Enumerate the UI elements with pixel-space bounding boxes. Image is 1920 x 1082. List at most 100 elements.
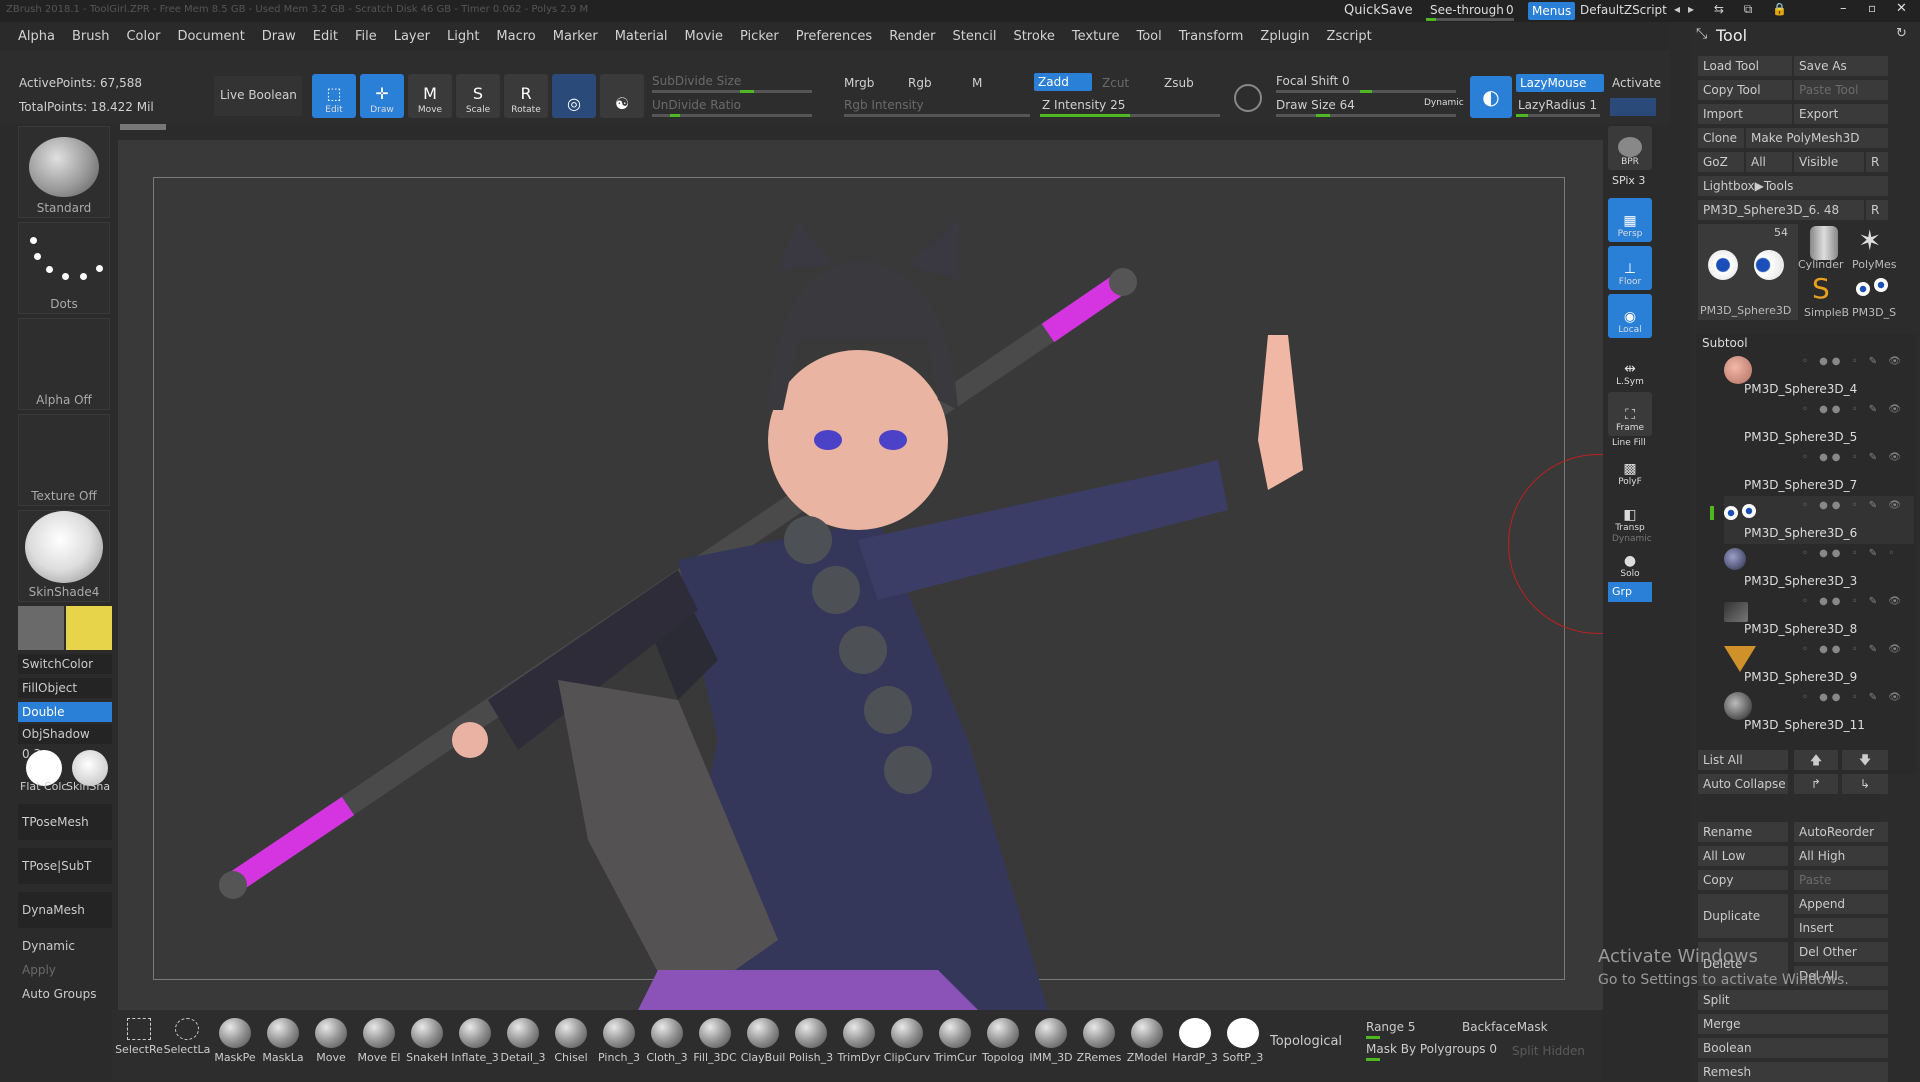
brush-move[interactable]: Move — [308, 1018, 354, 1068]
insert-button[interactable]: Insert — [1794, 918, 1888, 938]
subtool-row[interactable]: ◦ ●● ◦ ✎ 👁 PM3D_Sphere3D_11 — [1724, 688, 1914, 736]
brush-selectlasso[interactable]: SelectLa — [164, 1018, 210, 1068]
brush-cloth[interactable]: Cloth_3 — [644, 1018, 690, 1068]
menu-file[interactable]: File — [355, 29, 377, 44]
scale-button[interactable]: S Scale — [456, 74, 500, 118]
menu-texture[interactable]: Texture — [1072, 29, 1120, 44]
brush-move-elastic[interactable]: Move El — [356, 1018, 402, 1068]
brush-topology[interactable]: Topolog — [980, 1018, 1026, 1068]
draw-size-slider[interactable] — [1276, 114, 1456, 117]
focal-icon[interactable] — [1234, 84, 1262, 112]
primary-color-swatch[interactable] — [66, 606, 112, 650]
lightbox-tools-button[interactable]: Lightbox▶Tools — [1698, 176, 1888, 196]
maximize-icon[interactable]: ▫ — [1868, 1, 1876, 15]
brush-detail[interactable]: Detail_3 — [500, 1018, 546, 1068]
menu-picker[interactable]: Picker — [740, 29, 779, 44]
menu-tool[interactable]: Tool — [1136, 29, 1161, 44]
menus-toggle[interactable]: Menus — [1528, 2, 1576, 20]
mask-by-polygroups-slider[interactable]: Mask By Polygroups 0 — [1366, 1042, 1497, 1056]
close-icon[interactable]: ✕ — [1896, 1, 1907, 16]
duplicate-button[interactable]: Duplicate — [1698, 894, 1788, 938]
move-down-icon[interactable]: 🡇 — [1842, 750, 1888, 770]
menu-stencil[interactable]: Stencil — [952, 29, 996, 44]
brush-snakehook[interactable]: SnakeH — [404, 1018, 450, 1068]
menu-alpha[interactable]: Alpha — [18, 29, 55, 44]
zcut-toggle[interactable]: Zcut — [1102, 76, 1129, 90]
sculptris-button[interactable]: ☯ — [600, 74, 644, 118]
arrow-up-right-icon[interactable]: ↱ — [1794, 774, 1838, 794]
range-slider[interactable]: Range 5 — [1366, 1020, 1415, 1034]
seethrough-value[interactable]: 0 — [1506, 3, 1514, 17]
tposemesh-button[interactable]: TPoseMesh — [18, 804, 112, 840]
brush-softpolish[interactable]: SoftP_3 — [1220, 1018, 1266, 1068]
brush-claybuildup[interactable]: ClayBuil — [740, 1018, 786, 1068]
menu-layer[interactable]: Layer — [394, 29, 430, 44]
menu-preferences[interactable]: Preferences — [796, 29, 872, 44]
seethrough-label[interactable]: See-through — [1430, 3, 1504, 17]
transp-button[interactable]: ◧ Transp — [1608, 492, 1652, 536]
brush-trimdynamic[interactable]: TrimDyr — [836, 1018, 882, 1068]
tool-panel-pin-icon[interactable]: ⤡ — [1696, 26, 1707, 42]
menu-zplugin[interactable]: Zplugin — [1260, 29, 1309, 44]
focal-shift[interactable]: Focal Shift 0 — [1276, 74, 1350, 88]
copy-tool-button[interactable]: Copy Tool — [1698, 80, 1792, 100]
subtool-toggle-icons[interactable]: ◦ ●● ◦ ✎ 👁 — [1802, 644, 1912, 656]
menu-zscript[interactable]: Zscript — [1327, 29, 1372, 44]
goz-button[interactable]: GoZ — [1698, 152, 1744, 172]
frame-button[interactable]: ⛶ Frame — [1608, 392, 1652, 436]
merge-button[interactable]: Merge — [1698, 1014, 1888, 1034]
default-zscript-button[interactable]: DefaultZScript — [1580, 3, 1667, 17]
menu-movie[interactable]: Movie — [685, 29, 723, 44]
floor-button[interactable]: ⊥ Floor — [1608, 246, 1652, 290]
zsub-toggle[interactable]: Zsub — [1164, 76, 1194, 90]
subtool-row[interactable]: ◦ ●● ◦ ✎ 👁 PM3D_Sphere3D_8 — [1724, 592, 1914, 640]
boolean-button[interactable]: Boolean — [1698, 1038, 1888, 1058]
double-toggle[interactable]: Double — [18, 702, 112, 722]
z-intensity[interactable]: Z Intensity 25 — [1042, 98, 1125, 112]
all-low-button[interactable]: All Low — [1698, 846, 1788, 866]
menu-color[interactable]: Color — [126, 29, 160, 44]
goz-all-button[interactable]: All — [1746, 152, 1792, 172]
gizmo-button[interactable]: ◎ — [552, 74, 596, 118]
backface-mask-toggle[interactable]: BackfaceMask — [1462, 1020, 1548, 1034]
goz-visible-button[interactable]: Visible — [1794, 152, 1864, 172]
undivide-ratio[interactable]: UnDivide Ratio — [652, 98, 741, 112]
subtool-row[interactable]: ◦ ●● ◦ ✎ 👁 PM3D_Sphere3D_4 — [1724, 352, 1914, 400]
rotate-button[interactable]: R Rotate — [504, 74, 548, 118]
brush-clipcurve[interactable]: ClipCurv — [884, 1018, 930, 1068]
autoreorder-button[interactable]: AutoReorder — [1794, 822, 1888, 842]
topological-toggle[interactable]: Topological — [1270, 1034, 1342, 1049]
brush-fill[interactable]: Fill_3DC — [692, 1018, 738, 1068]
rgb-toggle[interactable]: Rgb — [908, 76, 932, 90]
subdivide-slider[interactable] — [652, 90, 812, 93]
dynamic-button[interactable]: Dynamic — [18, 936, 112, 956]
minimize-icon[interactable]: – — [1840, 1, 1847, 16]
lazymouse-toggle[interactable]: LazyMouse — [1516, 74, 1604, 92]
subtool-toggle-icons[interactable]: ◦ ●● ◦ ✎ 👁 — [1802, 692, 1912, 704]
del-other-button[interactable]: Del Other — [1794, 942, 1888, 962]
objshadow-slider[interactable]: ObjShadow 0.3 — [18, 724, 112, 761]
lazyradius-slider[interactable] — [1516, 114, 1600, 117]
paste-button[interactable]: Paste — [1794, 870, 1888, 890]
activate-button[interactable]: Activate — [1612, 76, 1661, 90]
m-toggle[interactable]: M — [972, 76, 982, 90]
subtool-row[interactable]: ◦ ●● ◦ ✎ 👁 PM3D_Sphere3D_7 — [1724, 448, 1914, 496]
subtool-row[interactable]: ◦ ●● ◦ ✎ 👁 PM3D_Sphere3D_9 — [1724, 640, 1914, 688]
split-hidden-button[interactable]: Split Hidden — [1512, 1044, 1585, 1058]
import-button[interactable]: Import — [1698, 104, 1792, 124]
brush-zmodeler[interactable]: ZModel — [1124, 1018, 1170, 1068]
subtool-row-selected[interactable]: ◦ ●● ◦ ✎ 👁 PM3D_Sphere3D_6 — [1710, 496, 1914, 544]
brush-zremesher[interactable]: ZRemes — [1076, 1018, 1122, 1068]
texture-thumbnail[interactable]: Texture Off — [18, 414, 110, 506]
copy-button[interactable]: Copy — [1698, 870, 1788, 890]
fill-object-button[interactable]: FillObject — [18, 678, 112, 698]
append-button[interactable]: Append — [1794, 894, 1888, 914]
subtool-toggle-icons[interactable]: ◦ ●● ◦ ✎ 👁 — [1802, 404, 1912, 416]
subtool-row[interactable]: ◦ ●● ◦ ✎ ◦ PM3D_Sphere3D_3 — [1724, 544, 1914, 592]
subtool-row[interactable]: ◦ ●● ◦ ✎ 👁 PM3D_Sphere3D_5 — [1724, 400, 1914, 448]
spix-value[interactable]: SPix 3 — [1612, 174, 1645, 187]
viewport-canvas[interactable] — [118, 140, 1603, 1010]
menu-transform[interactable]: Transform — [1179, 29, 1244, 44]
menu-light[interactable]: Light — [447, 29, 479, 44]
persp-button[interactable]: ▦ Persp — [1608, 198, 1652, 242]
